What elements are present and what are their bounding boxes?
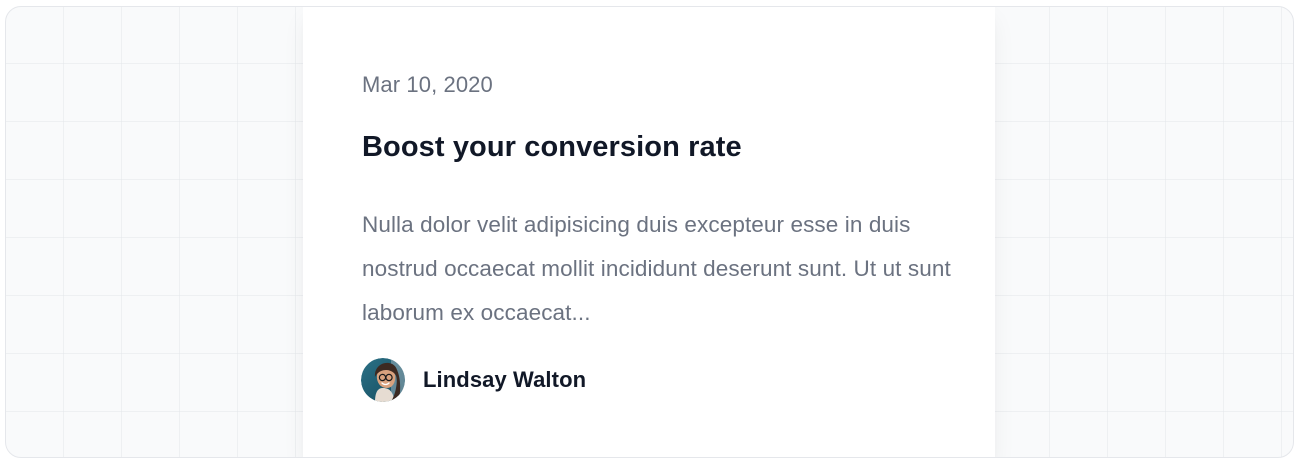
avatar[interactable] [361, 358, 405, 402]
post-excerpt: Nulla dolor velit adipisicing duis excep… [362, 212, 951, 325]
post-date: Mar 10, 2020 [362, 72, 493, 97]
post-title[interactable]: Boost your conversion rate [362, 127, 742, 167]
author-name[interactable]: Lindsay Walton [423, 367, 586, 393]
post-author[interactable]: Lindsay Walton [361, 358, 586, 402]
blog-post-card[interactable]: Mar 10, 2020 Boost your conversion rate … [303, 7, 995, 457]
preview-canvas: Mar 10, 2020 Boost your conversion rate … [5, 6, 1294, 458]
